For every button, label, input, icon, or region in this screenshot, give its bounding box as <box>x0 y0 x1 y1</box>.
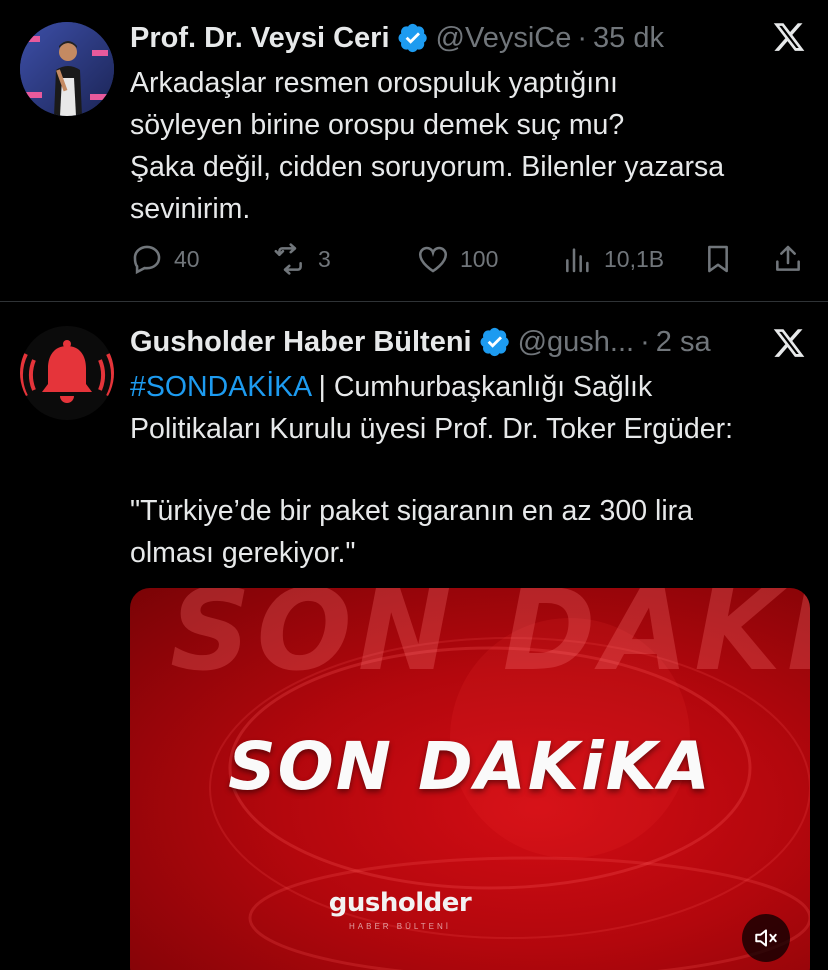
heart-icon <box>418 246 448 273</box>
tweet-quote-line: olması gerekiyor." <box>130 537 356 569</box>
person-avatar-icon <box>20 22 114 116</box>
reply-button[interactable]: 40 <box>130 238 200 280</box>
repost-icon <box>274 243 302 275</box>
tweet-time[interactable]: 2 sa <box>656 326 711 359</box>
bookmark-button[interactable] <box>702 238 734 280</box>
tweet-quote-line: "Türkiye’de bir paket sigaranın en az 30… <box>130 495 694 527</box>
bookmark-icon <box>708 245 728 273</box>
verified-badge-icon <box>398 23 427 53</box>
video-brand-subtitle: HABER BÜLTENİ <box>349 922 451 931</box>
video-background-text: SON DAKİ <box>170 588 810 696</box>
verified-badge-icon <box>480 327 509 357</box>
tweet-header: Prof. Dr. Veysi Ceri @VeysiCe · 35 dk <box>130 18 664 58</box>
tweet-text-line: #SONDAKİKA | Cumhurbaşkanlığı Sağlık <box>130 366 810 408</box>
tweet-text-fragment: | Cumhurbaşkanlığı Sağlık <box>310 371 653 403</box>
tweet-video[interactable]: SON DAKİ SON DAKiKA gusholder HABER BÜLT… <box>130 588 810 970</box>
tweet-text-line: Arkadaşlar resmen orospuluk yaptığını <box>130 67 618 99</box>
like-button[interactable]: 100 <box>416 238 498 280</box>
tweet-text-line: Politikaları Kurulu üyesi Prof. Dr. Toke… <box>130 413 733 445</box>
author-name[interactable]: Gusholder Haber Bülteni <box>130 326 472 359</box>
author-name[interactable]: Prof. Dr. Veysi Ceri <box>130 22 390 55</box>
tweet-text: Arkadaşlar resmen orospuluk yaptığını sö… <box>130 62 810 230</box>
share-button[interactable] <box>772 238 804 280</box>
x-logo-icon <box>773 23 805 51</box>
author-handle[interactable]: @VeysiCe <box>436 22 572 55</box>
tweet-actions: 40 3 100 10,1B <box>130 238 810 280</box>
bell-alert-avatar-icon <box>20 326 114 420</box>
reply-count: 40 <box>174 245 200 272</box>
like-count: 100 <box>460 245 499 272</box>
timeline-feed: Prof. Dr. Veysi Ceri @VeysiCe · 35 dk Ar… <box>0 0 828 970</box>
video-brand-logo: gusholder <box>328 888 472 918</box>
author-avatar[interactable] <box>20 326 114 420</box>
separator-dot: · <box>640 325 650 358</box>
separator-dot: · <box>577 21 588 54</box>
mute-button[interactable] <box>742 914 790 962</box>
x-logo-icon <box>773 329 805 357</box>
tweet[interactable]: Prof. Dr. Veysi Ceri @VeysiCe · 35 dk Ar… <box>0 0 828 302</box>
tweet-header: Gusholder Haber Bülteni @gush... · 2 sa <box>130 322 711 362</box>
tweet-time[interactable]: 35 dk <box>593 22 664 55</box>
reply-icon <box>133 245 161 275</box>
speaker-muted-icon <box>755 929 777 947</box>
tweet-text-line: sevinirim. <box>130 193 251 225</box>
views-chart-icon <box>566 248 589 273</box>
views-button[interactable]: 10,1B <box>562 238 664 280</box>
tweet-text: #SONDAKİKA | Cumhurbaşkanlığı Sağlık Pol… <box>130 366 810 574</box>
author-avatar[interactable] <box>20 22 114 116</box>
tweet-text-line: söyleyen birine orospu demek suç mu? <box>130 109 625 141</box>
views-count: 10,1B <box>604 245 665 272</box>
repost-button[interactable]: 3 <box>272 238 331 280</box>
hashtag-link[interactable]: #SONDAKİKA <box>130 371 311 403</box>
tweet-text-line: Şaka değil, cidden soruyorum. Bilenler y… <box>130 151 725 183</box>
author-handle[interactable]: @gush... <box>518 326 635 359</box>
repost-count: 3 <box>318 245 331 272</box>
share-icon <box>776 245 800 271</box>
video-headline: SON DAKiKA <box>228 728 712 805</box>
tweet[interactable]: Gusholder Haber Bülteni @gush... · 2 sa … <box>0 302 828 970</box>
